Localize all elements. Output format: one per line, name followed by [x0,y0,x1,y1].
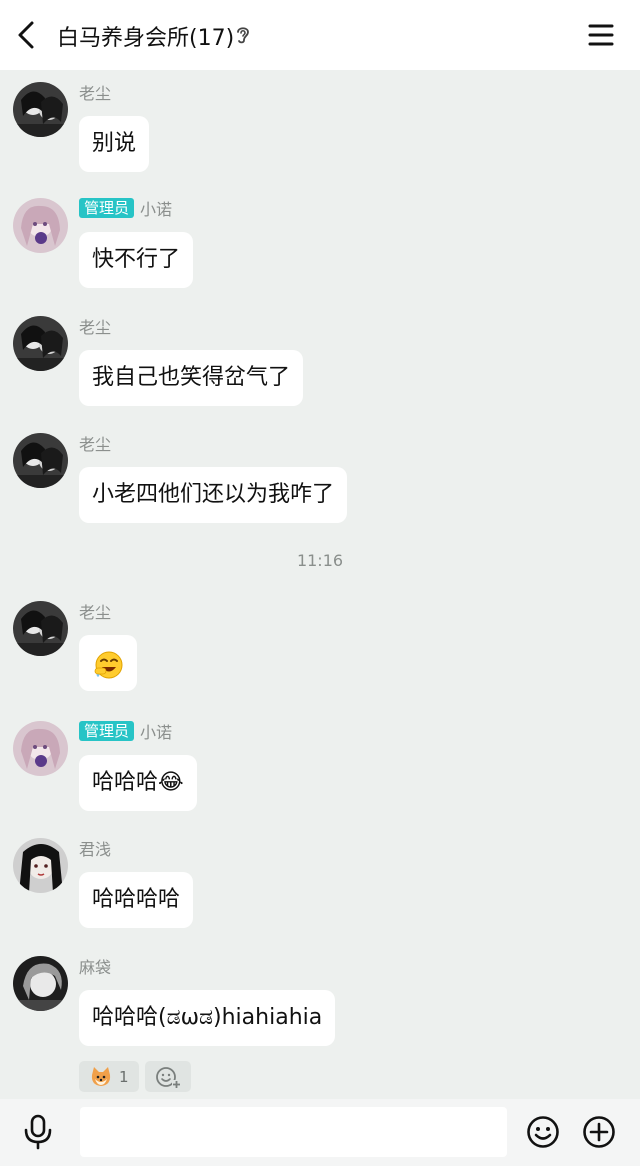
avatar[interactable] [13,956,68,1011]
message-bubble[interactable]: 快不行了 [79,232,194,288]
avatar[interactable] [13,316,68,371]
sender-name: 小诺 [140,723,173,742]
sender-name: 老尘 [79,603,112,622]
group-title: 白马养身会所(17) [57,26,235,51]
laughing-sweat-emoji-icon [94,651,123,679]
sender-name: 老尘 [79,84,112,103]
sender-name: 小诺 [140,200,173,219]
add-reaction-icon [155,1066,181,1089]
input-bar [0,1099,640,1166]
microphone-icon [24,1114,52,1150]
message-bubble[interactable] [79,635,137,691]
add-reaction-button[interactable] [144,1061,191,1092]
avatar[interactable] [13,82,68,137]
plus-circle-icon [583,1116,615,1148]
message-bubble[interactable]: 我自己也笑得岔气了 [79,350,304,406]
menu-button[interactable] [584,18,618,52]
sender-name: 老尘 [79,435,112,454]
message-input[interactable] [80,1107,507,1157]
sender-name: 老尘 [79,318,112,337]
message-bubble[interactable]: 哈哈哈😂 [79,755,197,811]
avatar[interactable] [13,721,68,776]
sender-name: 麻袋 [79,958,112,977]
ear-icon [234,24,252,46]
chat-header: 白马养身会所(17) [0,0,640,70]
admin-badge: 管理员 [79,721,135,741]
admin-badge: 管理员 [79,198,135,218]
avatar[interactable] [13,198,68,253]
emoji-button[interactable] [526,1115,560,1149]
chevron-left-icon [18,21,34,49]
message-bubble[interactable]: 小老四他们还以为我咋了 [79,467,348,523]
message-bubble[interactable]: 哈哈哈哈 [79,872,194,928]
time-separator: 11:16 [296,551,344,570]
smiley-icon [527,1116,559,1148]
sender-name: 君浅 [79,840,112,859]
back-button[interactable] [10,17,46,53]
avatar[interactable] [13,433,68,488]
message-bubble[interactable]: 别说 [79,116,150,172]
voice-button[interactable] [22,1114,54,1150]
avatar[interactable] [13,838,68,893]
hamburger-menu-icon [588,24,614,46]
message-bubble[interactable]: 哈哈哈(ಡωಡ)hiahiahia [79,990,336,1046]
more-button[interactable] [582,1115,616,1149]
reaction-row: 1 [79,1061,191,1092]
avatar[interactable] [13,601,68,656]
shiba-dog-icon [91,1066,111,1086]
reaction-chip[interactable]: 1 [79,1061,139,1092]
reaction-count: 1 [119,1067,129,1086]
